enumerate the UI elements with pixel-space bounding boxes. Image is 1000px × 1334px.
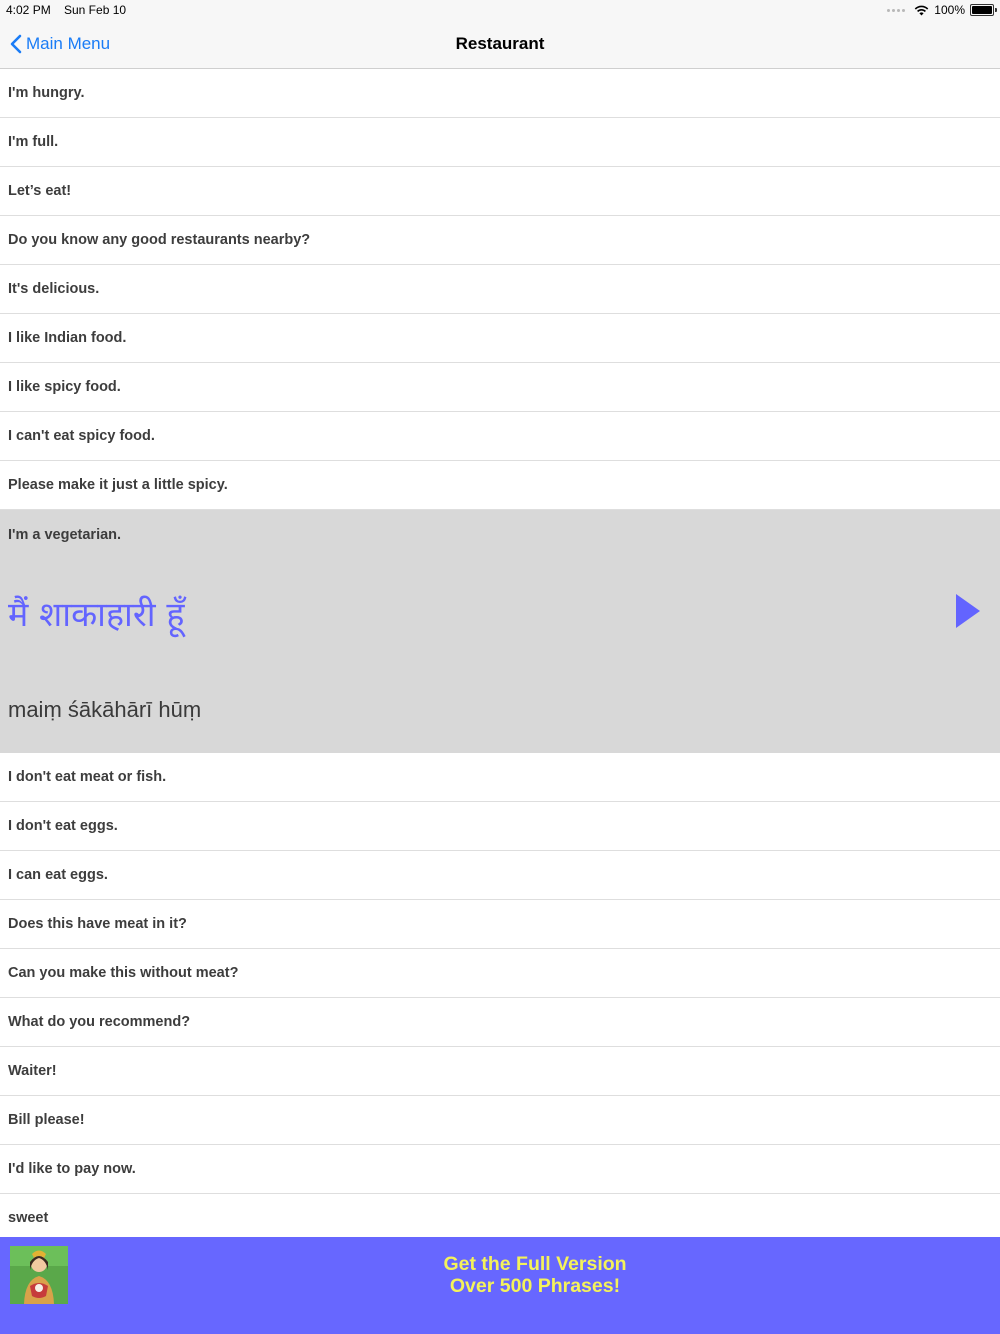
phrase-row[interactable]: I like Indian food. xyxy=(0,314,1000,363)
status-date: Sun Feb 10 xyxy=(64,3,127,17)
phrase-row[interactable]: I don't eat meat or fish. xyxy=(0,753,1000,802)
phrase-row[interactable]: It's delicious. xyxy=(0,265,1000,314)
phrase-row[interactable]: What do you recommend? xyxy=(0,998,1000,1047)
app-icon xyxy=(10,1246,68,1304)
navigation-bar: Main Menu Restaurant xyxy=(0,20,1000,69)
wifi-icon xyxy=(915,5,929,15)
upgrade-banner[interactable]: Get the Full Version Over 500 Phrases! xyxy=(0,1237,1000,1334)
phrase-row-expanded[interactable]: I'm a vegetarian. मैं शाकाहारी हूँ maiṃ … xyxy=(0,510,1000,753)
phrase-row[interactable]: I'm full. xyxy=(0,118,1000,167)
phrase-hindi: मैं शाकाहारी हूँ xyxy=(8,595,185,635)
phrase-row[interactable]: I can't eat spicy food. xyxy=(0,412,1000,461)
chevron-left-icon xyxy=(10,34,22,54)
phrase-row[interactable]: Let’s eat! xyxy=(0,167,1000,216)
phrase-row[interactable]: I'm hungry. xyxy=(0,69,1000,118)
status-time: 4:02 PM xyxy=(6,3,51,17)
battery-icon xyxy=(970,4,997,16)
phrase-row[interactable]: I can eat eggs. xyxy=(0,851,1000,900)
signal-dots-icon xyxy=(887,8,906,12)
phrase-row[interactable]: I'd like to pay now. xyxy=(0,1145,1000,1194)
back-button[interactable]: Main Menu xyxy=(10,20,110,68)
banner-line-1: Get the Full Version xyxy=(443,1253,627,1275)
banner-text: Get the Full Version Over 500 Phrases! xyxy=(70,1253,1000,1297)
phrase-row[interactable]: Does this have meat in it? xyxy=(0,900,1000,949)
play-audio-button[interactable] xyxy=(956,594,980,628)
back-button-label: Main Menu xyxy=(26,34,111,53)
phrase-row[interactable]: Bill please! xyxy=(0,1096,1000,1145)
phrase-row[interactable]: I don't eat eggs. xyxy=(0,802,1000,851)
status-bar: 4:02 PM Sun Feb 10 100% xyxy=(0,0,1000,20)
page-title: Restaurant xyxy=(455,34,545,53)
phrase-row[interactable]: Do you know any good restaurants nearby? xyxy=(0,216,1000,265)
phrase-row[interactable]: Can you make this without meat? xyxy=(0,949,1000,998)
phrase-row[interactable]: Please make it just a little spicy. xyxy=(0,461,1000,510)
phrase-list: I'm hungry. I'm full. Let’s eat! Do you … xyxy=(0,69,1000,1243)
banner-line-2: Over 500 Phrases! xyxy=(449,1275,621,1297)
battery-percent: 100% xyxy=(934,3,965,17)
phrase-row[interactable]: Waiter! xyxy=(0,1047,1000,1096)
status-indicators: 100% xyxy=(887,3,997,17)
phrase-row[interactable]: I like spicy food. xyxy=(0,363,1000,412)
phrase-transliteration: maiṃ śākāhārī hūṃ xyxy=(8,697,202,722)
phrase-row[interactable]: sweet xyxy=(0,1194,1000,1243)
phrase-english: I'm a vegetarian. xyxy=(8,527,122,543)
